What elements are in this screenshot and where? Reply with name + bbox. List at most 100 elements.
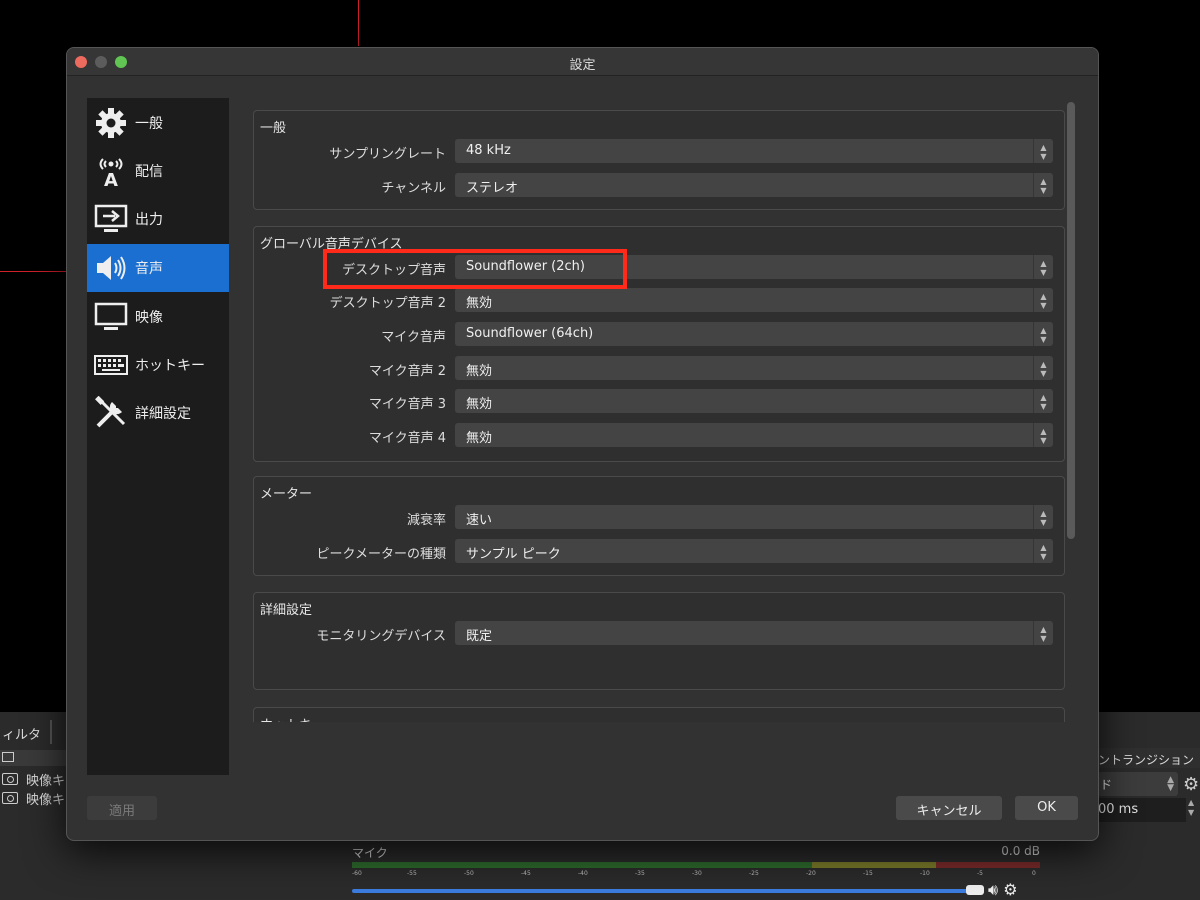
sidebar-item-label: 配信 [135,164,163,180]
chevron-updown-icon: ▲ ▼ [1033,539,1053,563]
sidebar-item-output[interactable]: 出力 [87,195,229,243]
select-value: 無効 [466,364,493,379]
transition-select[interactable]: ド ▲ ▼ [1098,772,1178,796]
transition-duration-input[interactable]: 00 ms [1098,798,1186,822]
audio-mixer: マイク 0.0 dB -60 -55 -50 -45 -40 -35 -30 -… [346,842,1046,900]
speaker-icon[interactable]: 🔊︎ [988,880,998,899]
meter-tick: -60 [352,870,362,877]
ok-button[interactable]: OK [1015,796,1078,820]
setting-label: サンプリングレート [329,147,446,162]
duration-stepper[interactable]: ▲ ▼ [1188,798,1200,822]
sidebar-item-label: 映像 [135,310,163,326]
group-advanced: 詳細設定 モニタリングデバイス 既定 ▲ ▼ [253,592,1065,690]
select-value: 既定 [466,629,493,644]
desktop-audio-2-select[interactable]: 無効 ▲ ▼ [455,288,1053,312]
scene-transitions-title: ントランジション [1098,748,1200,768]
select-value: 無効 [466,397,493,412]
setting-label: ピークメーターの種類 [316,547,446,562]
sidebar-item-stream[interactable]: A 配信 [87,147,229,195]
select-value: 無効 [466,431,493,446]
select-value: サンプル ピーク [466,547,561,562]
meter-tick: -40 [578,870,588,877]
select-value: Soundflower (64ch) [466,326,594,341]
sidebar-item-label: ホットキー [135,358,205,374]
group-title: メーター [260,487,313,502]
select-value: 無効 [466,296,493,311]
dock-separator [50,720,52,744]
setting-label: マイク音声 4 [368,431,446,446]
decay-rate-select[interactable]: 速い ▲ ▼ [455,505,1053,529]
chevron-updown-icon: ▲ ▼ [1033,389,1053,413]
preview-guide-vertical [358,0,359,46]
dialog-title: 設定 [569,58,596,73]
mixer-channel-name: マイク [352,846,388,860]
broadcast-icon: A [93,153,129,189]
setting-label: デスクトップ音声 2 [329,296,446,311]
preview-guide-horizontal [0,271,66,272]
transition-gear-icon[interactable]: ⚙ [1183,774,1199,795]
titlebar: 設定 [67,48,1098,76]
meter-tick: -10 [920,870,930,877]
settings-content: 一般 サンプリングレート 48 kHz ▲ ▼ チャンネル ステレオ ▲ ▼ グローバル… [253,110,1065,722]
setting-row-desktop-audio-2: デスクトップ音声 2 無効 ▲ ▼ [254,288,1065,314]
setting-label: モニタリングデバイス [316,629,446,644]
select-value: 48 kHz [466,143,511,158]
chevron-updown-icon: ▲ ▼ [1033,505,1053,529]
sidebar-item-label: 音声 [135,261,163,277]
setting-row-decay-rate: 減衰率 速い ▲ ▼ [254,505,1065,531]
sidebar-item-video[interactable]: 映像 [87,293,229,341]
meter-tick: 0 [1032,870,1036,877]
chevron-updown-icon: ▲ ▼ [1033,621,1053,645]
chevron-updown-icon: ▲ ▼ [1033,322,1053,346]
select-value: ステレオ [466,181,519,196]
meter-ticks: -60 -55 -50 -45 -40 -35 -30 -25 -20 -15 … [352,870,1040,880]
group-meters: メーター 減衰率 速い ▲ ▼ ピークメーターの種類 サンプル ピーク ▲ ▼ [253,476,1065,576]
chevron-updown-icon: ▲ ▼ [1033,356,1053,380]
speaker-icon [93,250,129,286]
meter-tick: -20 [806,870,816,877]
sidebar-item-advanced[interactable]: 詳細設定 [87,389,229,437]
mixer-db-readout: 0.0 dB [1001,844,1040,858]
chevron-updown-icon: ▲ ▼ [1033,139,1053,163]
setting-label: チャンネル [381,181,446,196]
group-general: 一般 サンプリングレート 48 kHz ▲ ▼ チャンネル ステレオ ▲ ▼ [253,110,1065,210]
keyboard-icon [93,347,129,383]
sources-header-icon [2,752,14,762]
source-label: 映像キ [26,773,66,789]
gear-icon [93,105,129,141]
annotation-highlight-box [323,249,627,289]
peak-meter-type-select[interactable]: サンプル ピーク ▲ ▼ [455,539,1053,563]
sample-rate-select[interactable]: 48 kHz ▲ ▼ [455,139,1053,163]
channels-select[interactable]: ステレオ ▲ ▼ [455,173,1053,197]
meter-tick: -30 [692,870,702,877]
setting-row-sample-rate: サンプリングレート 48 kHz ▲ ▼ [254,139,1065,165]
content-scrollbar[interactable] [1067,102,1075,539]
setting-row-monitoring-device: モニタリングデバイス 既定 ▲ ▼ [254,621,1065,647]
transition-select-value: ド [1100,778,1113,792]
camera-icon [2,792,18,804]
setting-row-mic-audio: マイク音声 Soundflower (64ch) ▲ ▼ [254,322,1065,348]
meter-tick: -50 [464,870,474,877]
mic-audio-select[interactable]: Soundflower (64ch) ▲ ▼ [455,322,1053,346]
gear-icon[interactable]: ⚙ [1003,880,1017,899]
tools-icon [93,395,129,431]
mic-audio-2-select[interactable]: 無効 ▲ ▼ [455,356,1053,380]
filters-tab[interactable]: ィルタ [0,718,48,746]
volume-slider[interactable] [352,889,982,893]
volume-slider-handle[interactable] [966,885,984,895]
apply-button[interactable]: 適用 [87,796,157,820]
monitoring-device-select[interactable]: 既定 ▲ ▼ [455,621,1053,645]
mic-audio-3-select[interactable]: 無効 ▲ ▼ [455,389,1053,413]
setting-row-mic-audio-4: マイク音声 4 無効 ▲ ▼ [254,423,1065,449]
sidebar-item-hotkeys[interactable]: ホットキー [87,341,229,389]
sidebar-item-general[interactable]: 一般 [87,99,229,147]
chevron-updown-icon: ▲ ▼ [1033,255,1053,279]
volume-meter [352,862,1040,868]
group-title: 詳細設定 [260,603,313,618]
sidebar-item-label: 一般 [135,116,163,132]
cancel-button[interactable]: キャンセル [896,796,1002,820]
group-title: ホットキー [260,714,325,722]
sidebar-item-audio[interactable]: 音声 [87,244,229,292]
meter-tick: -55 [407,870,417,877]
mic-audio-4-select[interactable]: 無効 ▲ ▼ [455,423,1053,447]
